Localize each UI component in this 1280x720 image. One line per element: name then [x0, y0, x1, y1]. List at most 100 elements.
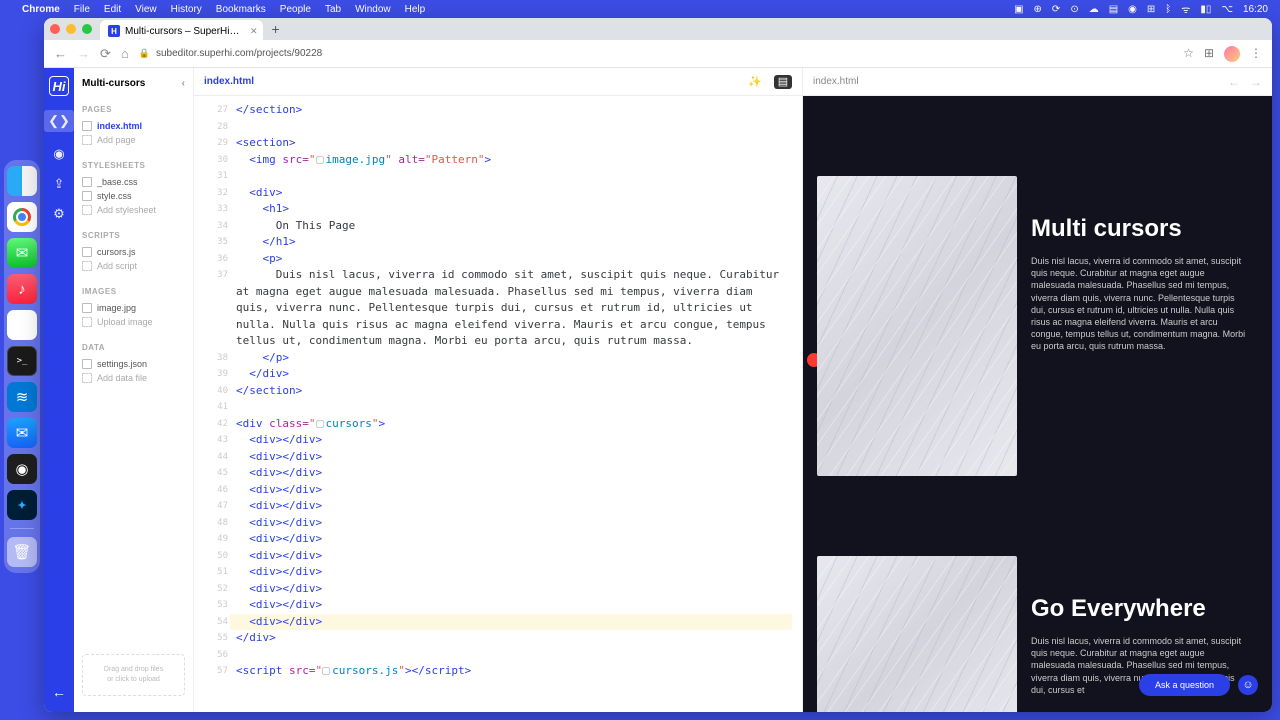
code-content[interactable]: </section> <section> <img src="image.jpg…: [236, 96, 802, 712]
dock-terminal[interactable]: [7, 346, 37, 376]
url-text: subeditor.superhi.com/projects/90228: [156, 48, 322, 59]
menu-view[interactable]: View: [135, 4, 157, 15]
bluetooth-icon[interactable]: ᛒ: [1165, 4, 1171, 15]
favicon-icon: H: [108, 25, 120, 37]
dock-app[interactable]: ✦: [7, 490, 37, 520]
share-icon[interactable]: ⇪: [54, 176, 65, 192]
status-icon[interactable]: ▤: [1109, 4, 1118, 15]
window-close[interactable]: [50, 24, 60, 34]
menu-file[interactable]: File: [74, 4, 90, 15]
preview-body-1: Duis nisl lacus, viverra id commodo sit …: [1031, 255, 1248, 352]
logo-icon[interactable]: Hi: [49, 76, 69, 96]
url-field[interactable]: 🔒 subeditor.superhi.com/projects/90228: [139, 48, 1173, 59]
dock-music[interactable]: ♪: [7, 274, 37, 304]
window-controls-tabs: H Multi-cursors – SuperHi… ✕ +: [44, 18, 1272, 40]
status-icon[interactable]: ⊕: [1034, 4, 1042, 15]
add-data-button[interactable]: Add data file: [82, 371, 185, 385]
add-script-button[interactable]: Add script: [82, 259, 185, 273]
file-image-jpg[interactable]: image.jpg: [82, 301, 185, 315]
control-center-icon[interactable]: ⌥: [1221, 4, 1233, 15]
dock-messages[interactable]: ✉: [7, 238, 37, 268]
section-images: IMAGES: [82, 287, 185, 296]
wifi-icon[interactable]: ᯤ: [1181, 2, 1190, 16]
file-icon: [82, 359, 92, 369]
menu-window[interactable]: Window: [355, 4, 391, 15]
file-cursors-js[interactable]: cursors.js: [82, 245, 185, 259]
dropzone[interactable]: Drag and drop files or click to upload: [82, 654, 185, 696]
dock-figma[interactable]: ◉: [7, 454, 37, 484]
plus-icon: [82, 261, 92, 271]
dock: ✉ ♪ ⁂ ≋ ✉ ◉ ✦ 🗑: [4, 160, 40, 573]
code-icon[interactable]: ❮❯: [44, 110, 74, 132]
nav-back-icon[interactable]: ←: [54, 46, 67, 61]
add-stylesheet-button[interactable]: Add stylesheet: [82, 203, 185, 217]
preview-file: index.html: [813, 76, 859, 87]
clock[interactable]: 16:20: [1243, 4, 1268, 15]
dock-mail[interactable]: ✉: [7, 418, 37, 448]
preview-viewport[interactable]: Multi cursors Duis nisl lacus, viverra i…: [803, 96, 1272, 712]
nav-rail: Hi ❮❯ ◉ ⇪ ⚙ ←: [44, 68, 74, 712]
ask-pill[interactable]: Ask a question: [1139, 674, 1230, 696]
file-settings-json[interactable]: settings.json: [82, 357, 185, 371]
dock-chrome[interactable]: [7, 202, 37, 232]
menu-bookmarks[interactable]: Bookmarks: [216, 4, 266, 15]
file-base-css[interactable]: _base.css: [82, 175, 185, 189]
section-scripts: SCRIPTS: [82, 231, 185, 240]
layout-toggle-icon[interactable]: ▤: [774, 75, 792, 89]
upload-image-button[interactable]: Upload image: [82, 315, 185, 329]
menu-edit[interactable]: Edit: [104, 4, 121, 15]
add-page-button[interactable]: Add page: [82, 133, 185, 147]
status-icon[interactable]: ⊙: [1070, 4, 1078, 15]
new-tab-button[interactable]: +: [271, 21, 279, 37]
macos-menubar: Chrome File Edit View History Bookmarks …: [0, 0, 1280, 18]
dock-finder[interactable]: [7, 166, 37, 196]
file-index-html[interactable]: index.html: [82, 119, 185, 133]
menu-people[interactable]: People: [280, 4, 311, 15]
menu-icon[interactable]: ⋮: [1250, 46, 1262, 62]
preview-back-icon[interactable]: ←: [1228, 75, 1240, 89]
status-icon[interactable]: ◉: [1128, 4, 1137, 15]
ask-widget[interactable]: Ask a question ☺: [1139, 674, 1258, 696]
menu-help[interactable]: Help: [405, 4, 426, 15]
preview-section-1: Multi cursors Duis nisl lacus, viverra i…: [803, 176, 1272, 476]
window-maximize[interactable]: [82, 24, 92, 34]
preview-forward-icon[interactable]: →: [1250, 75, 1262, 89]
magic-wand-icon[interactable]: ✨: [746, 75, 764, 89]
menu-tab[interactable]: Tab: [325, 4, 341, 15]
section-data: DATA: [82, 343, 185, 352]
chevron-left-icon[interactable]: ‹: [182, 78, 185, 89]
dock-slack[interactable]: ⁂: [7, 310, 37, 340]
editor-tabs: index.html ✨ ▤: [194, 68, 802, 96]
editor-tab-active[interactable]: index.html: [204, 76, 254, 87]
window-minimize[interactable]: [66, 24, 76, 34]
status-icon[interactable]: ▣: [1014, 4, 1023, 15]
section-pages: PAGES: [82, 105, 185, 114]
browser-tab[interactable]: H Multi-cursors – SuperHi… ✕: [100, 20, 263, 42]
status-icon[interactable]: ⟳: [1052, 4, 1060, 15]
plus-icon: [82, 373, 92, 383]
eye-icon[interactable]: ◉: [53, 146, 64, 162]
battery-icon[interactable]: ▮▯: [1200, 4, 1211, 15]
back-arrow-icon[interactable]: ←: [52, 684, 66, 700]
smiley-icon[interactable]: ☺: [1238, 675, 1258, 695]
profile-avatar[interactable]: [1224, 46, 1240, 62]
dock-vscode[interactable]: ≋: [7, 382, 37, 412]
project-name[interactable]: Multi-cursors ‹: [82, 78, 185, 89]
tab-close-icon[interactable]: ✕: [250, 26, 258, 37]
code-editor[interactable]: 2728293031323334353637383940414243444546…: [194, 96, 802, 712]
extension-icon[interactable]: ⊞: [1204, 46, 1214, 62]
status-icon[interactable]: ☁: [1089, 4, 1099, 15]
dock-trash[interactable]: 🗑: [7, 537, 37, 567]
menu-history[interactable]: History: [171, 4, 202, 15]
preview-image: [817, 556, 1017, 712]
star-icon[interactable]: ☆: [1183, 46, 1194, 62]
nav-reload-icon[interactable]: ⟳: [100, 46, 111, 62]
settings-icon[interactable]: ⚙: [53, 206, 65, 222]
nav-home-icon[interactable]: ⌂: [121, 46, 129, 61]
lock-icon: 🔒: [139, 48, 150, 59]
file-panel: Multi-cursors ‹ PAGES index.html Add pag…: [74, 68, 194, 712]
menu-app[interactable]: Chrome: [22, 4, 60, 15]
file-style-css[interactable]: style.css: [82, 189, 185, 203]
preview-image: [817, 176, 1017, 476]
status-icon[interactable]: ⊞: [1147, 4, 1155, 15]
